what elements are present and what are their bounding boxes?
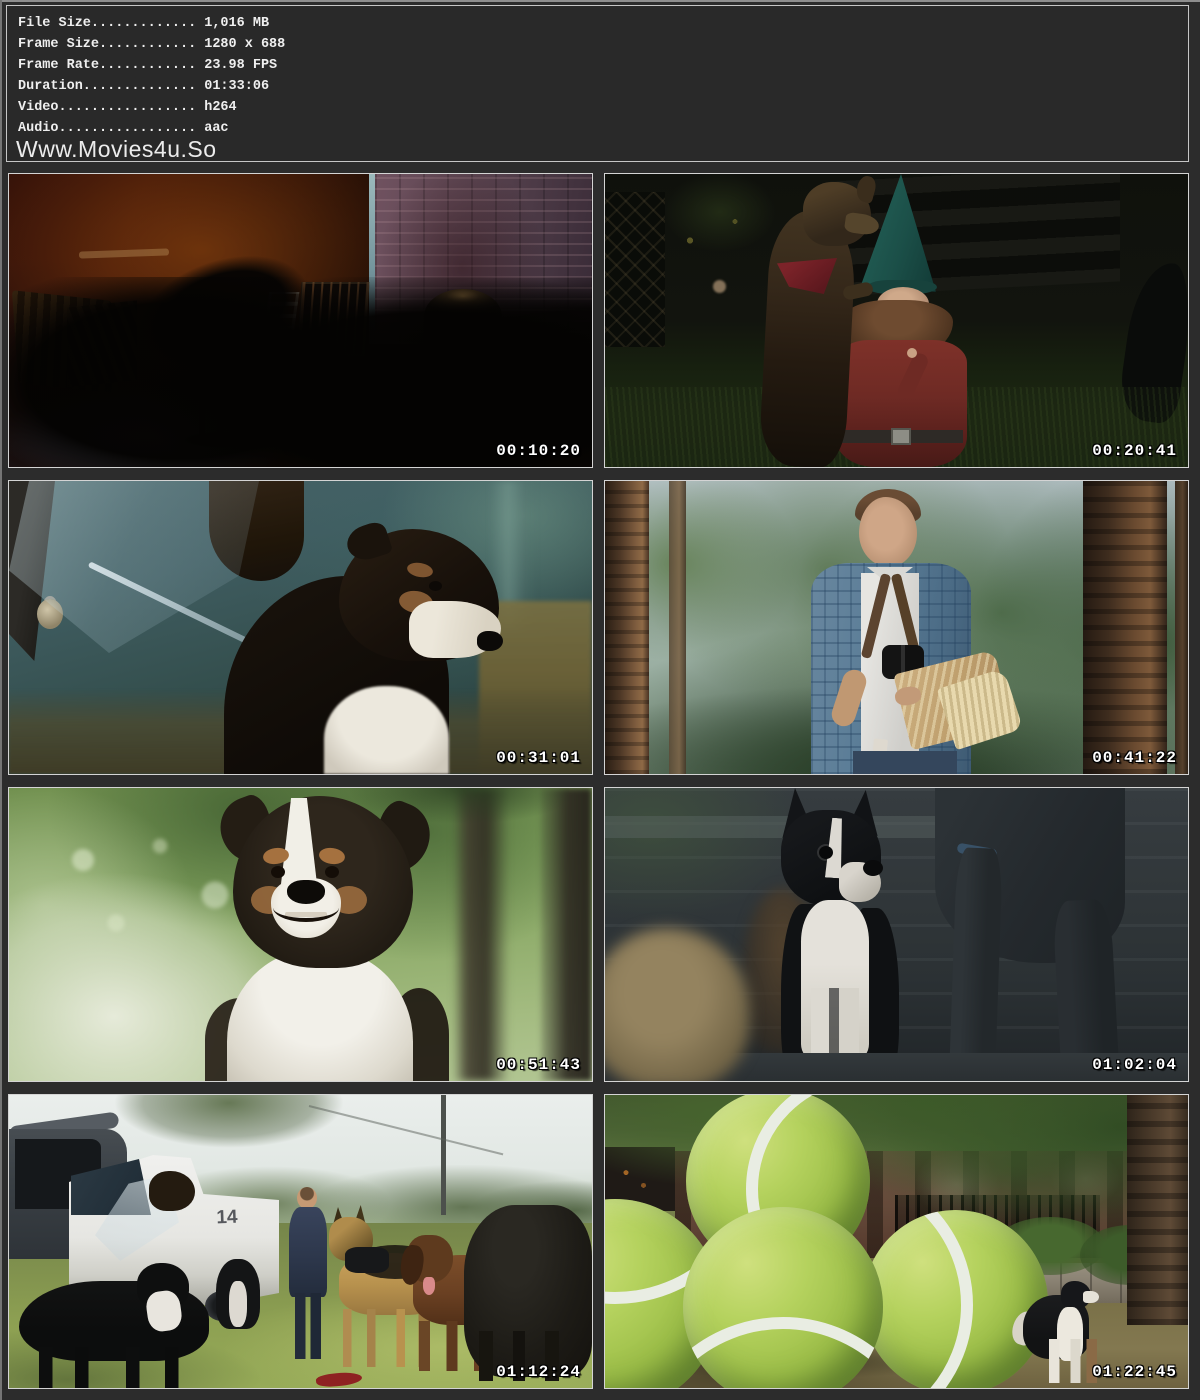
info-row-duration: Duration..............01:33:06 xyxy=(18,76,285,97)
timestamp-badge: 00:31:01 xyxy=(496,749,581,767)
timestamp-badge: 01:12:24 xyxy=(496,1363,581,1381)
timestamp-badge: 00:51:43 xyxy=(496,1056,581,1074)
tree-trunk xyxy=(1127,1095,1188,1325)
dog-eye-left xyxy=(271,866,285,878)
screenshot-thumb-8: 01:22:45 xyxy=(604,1094,1189,1389)
screenshot-thumb-1: 00:10:20 xyxy=(8,173,593,468)
tree-trunk-left xyxy=(605,481,649,774)
dog-eye-right xyxy=(325,866,339,878)
info-value: 23.98 FPS xyxy=(196,58,277,73)
handler-legs xyxy=(295,1293,321,1359)
info-label: Frame Rate............ xyxy=(18,58,196,73)
boston-eye xyxy=(819,846,833,859)
scene-man-forest xyxy=(605,481,1188,774)
tree-trunk-right xyxy=(1083,481,1167,774)
scene-dark-alley xyxy=(9,174,592,467)
scene-cone-dog-barn xyxy=(9,481,592,774)
screenshot-thumb-6: 01:02:04 xyxy=(604,787,1189,1082)
screenshot-thumb-4: 00:41:22 xyxy=(604,480,1189,775)
timestamp-badge: 00:20:41 xyxy=(1092,442,1177,460)
shepherd-harness xyxy=(345,1247,389,1273)
timestamp-badge: 01:02:04 xyxy=(1092,1056,1177,1074)
scene-tennis-balls xyxy=(605,1095,1188,1388)
handler-uniform xyxy=(289,1207,327,1297)
info-label: Frame Size............ xyxy=(18,37,196,52)
terrier-body xyxy=(758,208,857,467)
timestamp-badge: 00:10:20 xyxy=(496,442,581,460)
gnome-coat xyxy=(835,340,967,467)
cone-dog-head xyxy=(149,1171,195,1211)
boston-nose xyxy=(863,860,883,876)
scene-k9-field: 14 xyxy=(9,1095,592,1388)
statue-front-leg xyxy=(949,847,1003,1081)
info-row-framesize: Frame Size............1280 x 688 xyxy=(18,34,285,55)
shepherd-legs xyxy=(343,1309,429,1367)
media-info-lines: File Size.............1,016 MB Frame Siz… xyxy=(18,13,285,139)
aussie-eye xyxy=(429,581,442,591)
aussie-nose xyxy=(477,631,503,651)
window-top-edge xyxy=(0,0,1200,2)
info-value: h264 xyxy=(196,100,236,115)
window-left-edge xyxy=(0,0,2,1400)
man-head xyxy=(859,497,917,567)
screenshot-thumb-5: 00:51:43 xyxy=(8,787,593,1082)
screenshot-thumb-2: 00:20:41 xyxy=(604,173,1189,468)
info-label: Video................. xyxy=(18,100,196,115)
media-info-panel: File Size.............1,016 MB Frame Siz… xyxy=(6,5,1189,162)
info-label: File Size............. xyxy=(18,16,196,31)
ball-stripe xyxy=(683,1317,883,1388)
timestamp-badge: 00:41:22 xyxy=(1092,749,1177,767)
info-value: aac xyxy=(196,121,228,136)
gnome-buckle xyxy=(891,428,911,445)
screenshot-thumb-7: 14 01:12:24 xyxy=(8,1094,593,1389)
dog-nose xyxy=(287,880,325,904)
scene-dog-gnome xyxy=(605,174,1188,467)
bokeh-light xyxy=(713,280,726,293)
gnome-hand xyxy=(907,348,917,358)
tree-trunk-left-2 xyxy=(669,481,686,774)
handler-head xyxy=(297,1187,317,1209)
scene-aussie-closeup xyxy=(9,788,592,1081)
jeans xyxy=(853,751,957,774)
van-number: 14 xyxy=(209,1206,246,1229)
timestamp-badge: 01:22:45 xyxy=(1092,1363,1177,1381)
tennis-ball-right xyxy=(863,1210,1048,1388)
info-label: Duration.............. xyxy=(18,79,196,94)
info-value: 1,016 MB xyxy=(196,16,269,31)
tree-trunk-right-2 xyxy=(1175,481,1188,774)
small-boston-chest xyxy=(229,1281,247,1327)
info-row-video: Video.................h264 xyxy=(18,97,285,118)
site-watermark: Www.Movies4u.So xyxy=(16,136,217,163)
info-value: 1280 x 688 xyxy=(196,37,285,52)
utility-pole xyxy=(441,1095,446,1215)
info-label: Audio................. xyxy=(18,121,196,136)
foreground-dark-mass xyxy=(9,277,592,467)
info-row-filesize: File Size.............1,016 MB xyxy=(18,13,285,34)
screenshot-thumb-3: 00:31:01 xyxy=(8,480,593,775)
dog-muzzle xyxy=(1083,1291,1099,1303)
scene-boston-terrier xyxy=(605,788,1188,1081)
info-row-framerate: Frame Rate............23.98 FPS xyxy=(18,55,285,76)
bloodhound-tongue xyxy=(423,1277,435,1295)
info-value: 01:33:06 xyxy=(196,79,269,94)
collie-legs xyxy=(39,1347,189,1388)
dog-legs xyxy=(1049,1339,1097,1383)
